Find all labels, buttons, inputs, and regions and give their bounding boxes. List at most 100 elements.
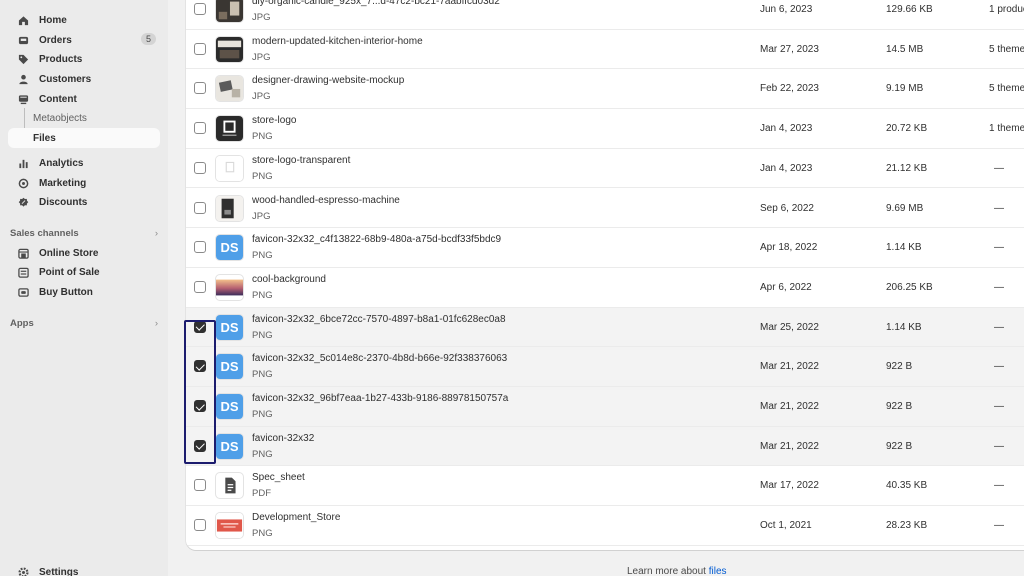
file-name[interactable]: favicon-32x32_c4f13822-68b9-480a-a75d-bc… (252, 234, 501, 245)
table-row[interactable]: modern-updated-kitchen-interior-home JPG M… (186, 29, 1024, 70)
table-row[interactable]: DS favicon-32x32_6bce72cc-7570-4897-b8a1-… (186, 307, 1024, 348)
file-date: Apr 6, 2022 (760, 281, 812, 293)
row-checkbox[interactable] (194, 439, 206, 452)
sidebar-item-customers[interactable]: Customers (8, 69, 160, 89)
file-name[interactable]: store-logo-transparent (252, 155, 350, 166)
gear-icon (16, 565, 30, 576)
file-name[interactable]: Development_Store (252, 512, 340, 523)
sidebar-item-label: Settings (39, 566, 79, 576)
row-checkbox[interactable] (194, 82, 206, 95)
sidebar-item-label: Online Store (39, 247, 99, 259)
row-checkbox[interactable] (194, 161, 206, 174)
file-thumbnail[interactable] (215, 273, 244, 301)
file-name[interactable]: favicon-32x32_5c014e8c-2370-4b8d-b66e-92… (252, 353, 507, 364)
file-size: 1.14 KB (886, 321, 922, 333)
file-name[interactable]: favicon-32x32 (252, 433, 314, 444)
row-checkbox[interactable] (194, 3, 206, 15)
table-row[interactable]: DS favicon-32x32 PNG Mar 21, 2022 922 B — (186, 426, 1024, 467)
table-row[interactable]: wood-handled-espresso-machine JPG Sep 6, 2… (186, 188, 1024, 229)
sidebar-item-buy-button[interactable]: Buy Button (8, 282, 160, 302)
file-name[interactable]: designer-drawing-website-mockup (252, 75, 404, 86)
file-thumbnail[interactable] (215, 194, 244, 222)
row-checkbox[interactable] (194, 360, 206, 373)
row-checkbox[interactable] (194, 400, 206, 412)
table-row[interactable]: Spec_sheet PDF Mar 17, 2022 40.35 KB — (186, 466, 1024, 507)
row-checkbox[interactable] (194, 280, 206, 293)
sidebar-item-settings[interactable]: Settings (8, 564, 160, 576)
file-references: — (994, 281, 1004, 293)
file-thumbnail[interactable] (215, 154, 244, 182)
file-thumbnail[interactable]: DS (215, 432, 244, 460)
file-thumbnail[interactable] (215, 75, 244, 103)
sidebar-item-products[interactable]: Products (8, 49, 160, 69)
sidebar-item-point-of-sale[interactable]: Point of Sale (8, 262, 160, 282)
file-name[interactable]: favicon-32x32_96bf7eaa-1b27-433b-9186-88… (252, 393, 508, 404)
apps-header[interactable]: Apps › (10, 318, 158, 329)
favicon-ds-text: DS (216, 354, 243, 380)
file-name[interactable]: cool-background (252, 274, 326, 285)
file-references: 5 theme (989, 83, 1024, 95)
file-references: — (994, 242, 1004, 254)
sidebar-item-files[interactable]: Files (8, 128, 160, 148)
file-name[interactable]: diy-organic-candle_925x_7...d-47c2-bc21-… (252, 0, 500, 7)
row-checkbox[interactable] (194, 201, 206, 214)
table-row[interactable]: designer-drawing-website-mockup JPG Feb 22… (186, 69, 1024, 110)
file-size: 922 B (886, 440, 913, 452)
table-row[interactable]: DS favicon-32x32_96bf7eaa-1b27-433b-9186-… (186, 387, 1024, 427)
file-date: Sep 6, 2022 (760, 202, 814, 214)
row-checkbox[interactable] (194, 42, 206, 55)
file-thumbnail[interactable] (215, 0, 244, 23)
file-thumbnail[interactable]: DS (215, 234, 244, 262)
file-thumbnail[interactable] (215, 472, 244, 500)
file-size: 9.69 MB (886, 202, 924, 214)
sidebar-item-discounts[interactable]: Discounts (8, 192, 160, 212)
file-references: — (994, 202, 1004, 214)
file-thumbnail[interactable] (215, 115, 244, 143)
file-thumbnail[interactable] (215, 512, 244, 540)
file-type: PNG (252, 250, 273, 262)
table-row[interactable]: Development_Store PNG Oct 1, 2021 28.23 KB — (186, 506, 1024, 546)
file-size: 1.14 KB (886, 242, 922, 254)
file-name[interactable]: wood-handled-espresso-machine (252, 195, 400, 206)
sidebar-item-marketing[interactable]: Marketing (8, 173, 160, 193)
sidebar-item-online-store[interactable]: Online Store (8, 243, 160, 263)
file-thumbnail[interactable]: DS (215, 313, 244, 341)
table-row[interactable]: DS favicon-32x32_5c014e8c-2370-4b8d-b66e-… (186, 347, 1024, 387)
discount-icon (16, 195, 30, 209)
file-size: 9.19 MB (886, 83, 924, 95)
row-checkbox[interactable] (194, 519, 206, 532)
file-size: 206.25 KB (886, 281, 933, 293)
table-row[interactable]: diy-organic-candle_925x_7...d-47c2-bc21-… (186, 0, 1024, 30)
table-row[interactable]: store-logo-transparent PNG Jan 4, 2023 21.1… (186, 148, 1024, 189)
store-icon (16, 246, 30, 260)
file-size: 20.72 KB (886, 123, 928, 135)
sales-channels-header[interactable]: Sales channels › (10, 228, 158, 239)
row-checkbox[interactable] (194, 241, 206, 254)
table-row[interactable]: DS favicon-32x32_c4f13822-68b9-480a-a75d-… (186, 228, 1024, 268)
sidebar-item-orders[interactable]: Orders 5 (8, 30, 160, 50)
file-thumbnail[interactable] (215, 35, 244, 63)
sidebar-item-content[interactable]: Content (8, 89, 160, 109)
table-row[interactable]: store-logo PNG Jan 4, 2023 20.72 KB 1 theme (186, 109, 1024, 149)
sidebar-item-analytics[interactable]: Analytics (8, 153, 160, 173)
row-checkbox[interactable] (194, 320, 206, 333)
file-references: — (994, 401, 1004, 412)
file-thumbnail[interactable]: DS (215, 393, 244, 420)
file-name[interactable]: store-logo (252, 115, 296, 126)
table-row[interactable]: cool-background PNG Apr 6, 2022 206.25 KB — (186, 267, 1024, 308)
file-name[interactable]: favicon-32x32_6bce72cc-7570-4897-b8a1-01… (252, 314, 506, 325)
file-name[interactable]: Spec_sheet (252, 472, 305, 483)
file-thumbnail[interactable]: DS (215, 353, 244, 381)
file-name[interactable]: modern-updated-kitchen-interior-home (252, 36, 423, 47)
files-help-link[interactable]: files (709, 566, 727, 576)
sidebar-item-home[interactable]: Home (8, 10, 160, 30)
row-checkbox[interactable] (194, 479, 206, 492)
sidebar-item-label: Metaobjects (33, 112, 87, 124)
button-icon (16, 285, 30, 299)
file-size: 129.66 KB (886, 4, 933, 15)
sidebar-item-metaobjects[interactable]: Metaobjects (8, 108, 160, 128)
sidebar-item-label: Marketing (39, 177, 87, 189)
file-references: — (994, 440, 1004, 452)
row-checkbox[interactable] (194, 122, 206, 135)
file-references: 1 theme (989, 123, 1024, 135)
